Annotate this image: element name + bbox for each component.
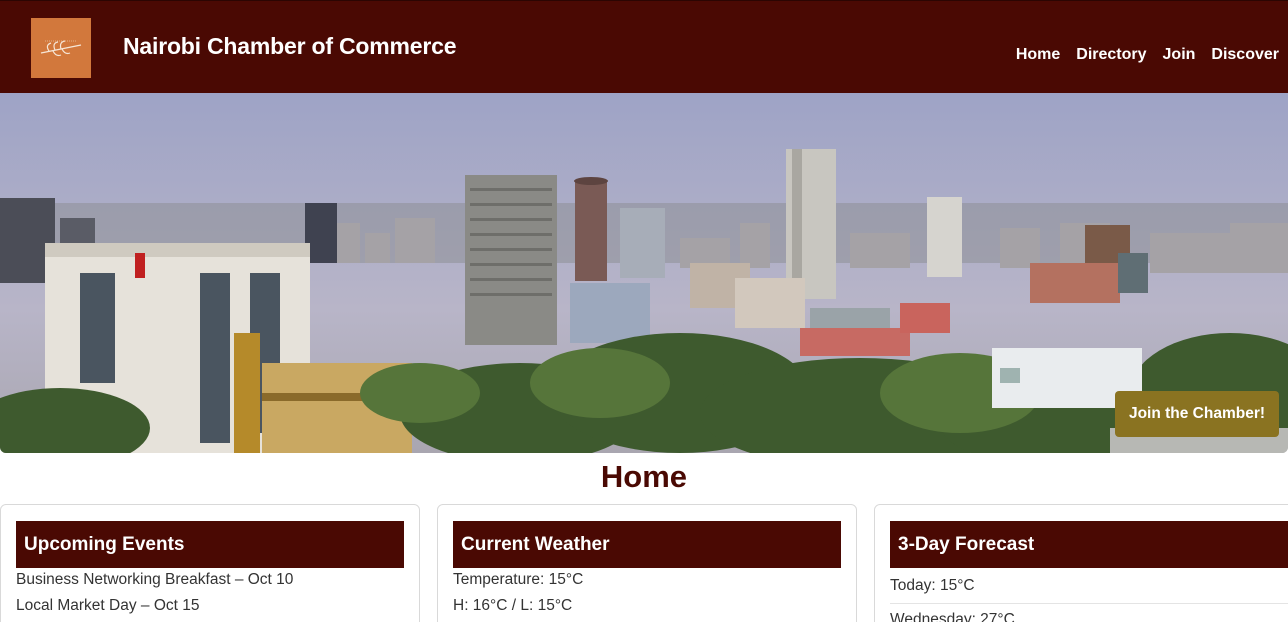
weather-card-title: Current Weather [453, 521, 841, 568]
events-card: Upcoming Events Business Networking Brea… [0, 504, 420, 622]
main-nav: Home Directory Join Discover [1008, 46, 1279, 64]
nav-home[interactable]: Home [1008, 46, 1068, 64]
event-item: Local Market Day – Oct 15 [16, 597, 200, 614]
forecast-card: 3-Day Forecast Today: 15°C Wednesday: 27… [874, 504, 1288, 622]
events-card-title: Upcoming Events [16, 521, 404, 568]
event-item: Business Networking Breakfast – Oct 10 [16, 571, 294, 588]
weather-card: Current Weather Temperature: 15°C H: 16°… [437, 504, 857, 622]
chamber-logo[interactable] [31, 18, 91, 78]
page-title: Home [600, 459, 688, 494]
forecast-day: Wednesday: 27°C [890, 611, 1015, 622]
forecast-card-title: 3-Day Forecast [890, 521, 1288, 568]
weather-high-low: H: 16°C / L: 15°C [453, 597, 573, 614]
nav-directory[interactable]: Directory [1068, 46, 1154, 64]
hero-image [0, 93, 1288, 453]
forecast-divider [890, 603, 1288, 604]
join-chamber-button[interactable]: Join the Chamber! [1115, 391, 1279, 437]
nav-discover[interactable]: Discover [1203, 46, 1279, 64]
site-header: Nairobi Chamber of Commerce Home Directo… [0, 0, 1288, 93]
olive-branch-icon [40, 40, 82, 57]
weather-temperature: Temperature: 15°C [453, 571, 584, 588]
nairobi-skyline-photo [0, 93, 1288, 453]
forecast-day: Today: 15°C [890, 577, 975, 594]
nav-join[interactable]: Join [1155, 46, 1204, 64]
site-title: Nairobi Chamber of Commerce [123, 33, 457, 59]
